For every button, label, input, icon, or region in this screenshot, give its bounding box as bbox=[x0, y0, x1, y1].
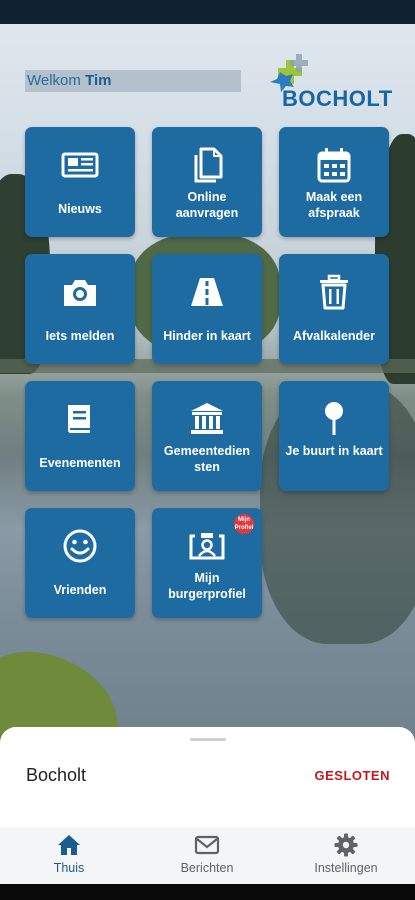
opening-status: GESLOTEN bbox=[314, 768, 390, 783]
mail-icon bbox=[194, 835, 220, 855]
tile-label: Afvalkalender bbox=[293, 329, 375, 343]
newspaper-icon bbox=[61, 152, 99, 178]
system-navigation-bar bbox=[0, 884, 415, 900]
tile-mijn-burgerprofiel[interactable]: Mijn Profiel Mijn burgerprofiel bbox=[152, 508, 262, 618]
tile-label: Evenementen bbox=[39, 456, 121, 470]
trash-icon bbox=[320, 274, 348, 310]
tab-label: Berichten bbox=[180, 861, 234, 875]
tile-maak-een-afspraak[interactable]: Maak een afspraak bbox=[279, 127, 389, 237]
tile-label: Gemeentedien sten bbox=[163, 444, 251, 474]
tile-label: Maak een afspraak bbox=[305, 190, 363, 220]
tab-berichten[interactable]: Berichten bbox=[138, 827, 276, 884]
profile-badge-icon: Mijn Profiel bbox=[234, 514, 254, 534]
tile-nieuws[interactable]: Nieuws bbox=[25, 127, 135, 237]
documents-icon bbox=[194, 147, 223, 183]
gear-icon bbox=[334, 833, 358, 857]
tile-je-buurt-in-kaart[interactable]: Je buurt in kaart bbox=[279, 381, 389, 491]
tile-label: Online aanvragen bbox=[175, 190, 239, 220]
welcome-name: Tim bbox=[85, 72, 112, 89]
tile-label: Hinder in kaart bbox=[163, 329, 251, 343]
tile-label: Iets melden bbox=[45, 329, 115, 343]
home-icon bbox=[58, 835, 80, 855]
location-sheet[interactable]: Bocholt GESLOTEN bbox=[0, 727, 415, 827]
tile-label: Nieuws bbox=[58, 202, 102, 216]
map-pin-icon bbox=[325, 402, 343, 435]
status-bar bbox=[0, 0, 415, 24]
tile-label: Vrienden bbox=[53, 583, 107, 597]
tile-gemeentediensten[interactable]: Gemeentedien sten bbox=[152, 381, 262, 491]
tile-label: Je buurt in kaart bbox=[285, 444, 383, 458]
tile-evenementen[interactable]: Evenementen bbox=[25, 381, 135, 491]
drag-handle[interactable] bbox=[190, 738, 226, 741]
welcome-prefix: Welkom bbox=[27, 72, 86, 89]
tab-thuis[interactable]: Thuis bbox=[0, 827, 138, 884]
tile-vrienden[interactable]: Vrienden bbox=[25, 508, 135, 618]
camera-icon bbox=[64, 280, 96, 306]
road-icon bbox=[191, 278, 223, 306]
tile-online-aanvragen[interactable]: Online aanvragen bbox=[152, 127, 262, 237]
tile-iets-melden[interactable]: Iets melden bbox=[25, 254, 135, 364]
logo-text: BOCHOLT bbox=[282, 86, 393, 111]
calendar-icon bbox=[317, 148, 351, 183]
tab-label: Instellingen bbox=[314, 861, 378, 875]
location-name: Bocholt bbox=[26, 765, 87, 785]
tile-label: Mijn burgerprofiel bbox=[168, 571, 246, 601]
book-icon bbox=[67, 405, 90, 433]
tile-afvalkalender[interactable]: Afvalkalender bbox=[279, 254, 389, 364]
profile-card-icon bbox=[189, 533, 225, 560]
town-hall-icon bbox=[191, 403, 223, 434]
tile-hinder-in-kaart[interactable]: Hinder in kaart bbox=[152, 254, 262, 364]
welcome-banner: Welkom Tim bbox=[25, 70, 241, 92]
tab-instellingen[interactable]: Instellingen bbox=[277, 827, 415, 884]
smiley-icon bbox=[63, 529, 97, 563]
bottom-tab-bar: Thuis Berichten Instellingen bbox=[0, 827, 415, 884]
tab-label: Thuis bbox=[53, 861, 85, 875]
